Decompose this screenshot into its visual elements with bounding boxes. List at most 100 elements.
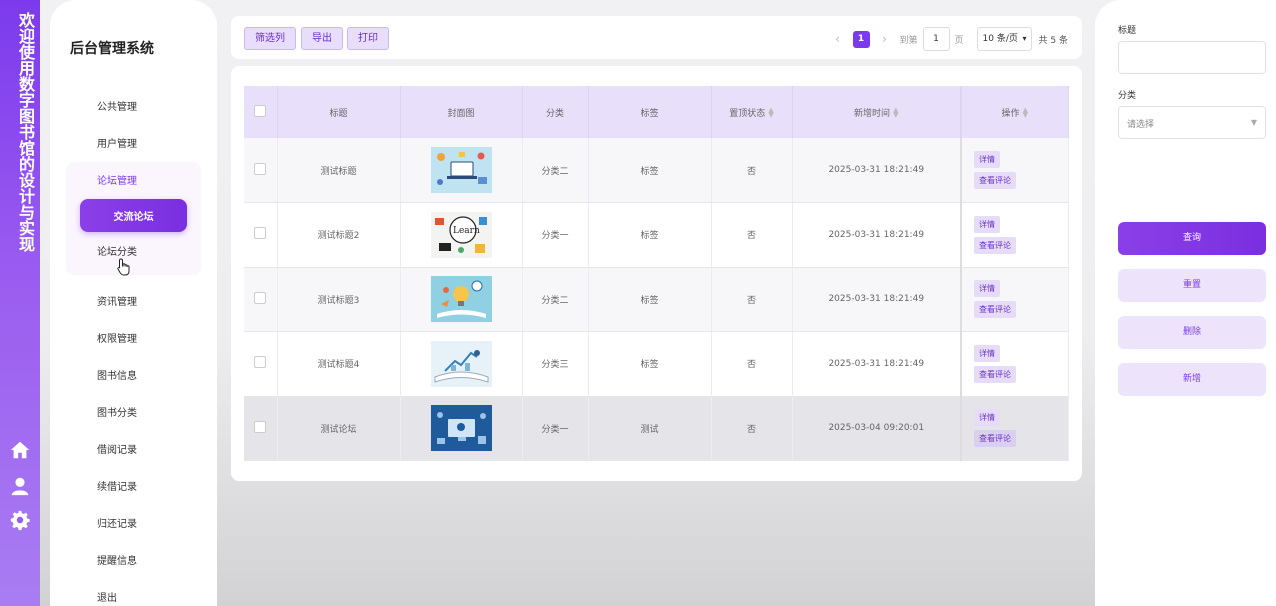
cover-image[interactable]: Learn — [430, 211, 492, 258]
row-checkbox[interactable] — [254, 162, 267, 175]
cover-image[interactable] — [430, 147, 492, 193]
table-row[interactable]: 测试标题2 Learn 分类一 标签 否 2025-03-31 18:21:49… — [244, 202, 1069, 268]
row-checkbox[interactable] — [254, 420, 267, 433]
table-row[interactable]: 测试标题 分类二 标签 否 2025-03-31 18:21:49 详情 查看评… — [244, 138, 1069, 203]
title-filter-input[interactable] — [1118, 41, 1266, 74]
detail-button[interactable]: 详情 — [974, 280, 1000, 298]
cell-category: 分类三 — [522, 331, 589, 397]
query-button[interactable]: 查询 — [1118, 222, 1266, 255]
add-button[interactable]: 新增 — [1118, 363, 1266, 396]
column-header-tag: 标签 — [588, 86, 712, 138]
menu-item-forum[interactable]: 论坛管理 — [97, 172, 137, 187]
cell-tag: 标签 — [588, 138, 712, 203]
column-header-pinned-label: 置顶状态 — [729, 108, 766, 119]
sort-icon[interactable]: ▲ ▼ — [1023, 107, 1028, 119]
page-unit-label: 页 — [954, 35, 964, 46]
sidebar: 后台管理系统 公共管理 用户管理 论坛管理 交流论坛 论坛分类 资讯管理 权限管… — [50, 0, 217, 606]
column-header-actions-label: 操作 — [1001, 108, 1020, 119]
menu-item-book-info[interactable]: 图书信息 — [97, 367, 137, 382]
cover-image[interactable] — [430, 276, 492, 323]
page-number-current[interactable]: 1 — [852, 30, 870, 48]
row-checkbox[interactable] — [254, 291, 267, 304]
table-row[interactable]: 测试论坛 分类一 测试 否 2025-03-04 09:20:01 详情 查看评… — [244, 396, 1069, 461]
menu-item-news[interactable]: 资讯管理 — [97, 293, 137, 308]
sort-icon[interactable]: ▲ ▼ — [768, 107, 773, 119]
filter-columns-button[interactable]: 筛选列 — [244, 27, 296, 50]
pagination: ‹ 1 › 到第 1 页 10 条/页 ▾ 共 5 条 — [828, 27, 1068, 51]
detail-button[interactable]: 详情 — [974, 344, 1000, 362]
row-select-cell — [244, 331, 278, 397]
goto-page-input[interactable]: 1 — [922, 27, 950, 51]
row-select-cell — [244, 202, 278, 268]
view-comments-button[interactable]: 查看评论 — [974, 301, 1016, 319]
cell-pinned: 否 — [711, 396, 793, 461]
detail-button[interactable]: 详情 — [974, 409, 1000, 427]
cell-category: 分类二 — [522, 267, 589, 332]
submenu-item-forum-discussion[interactable]: 交流论坛 — [80, 199, 187, 232]
cell-cover: Learn — [400, 202, 523, 268]
category-filter-select[interactable]: 请选择 ▼ — [1118, 106, 1266, 139]
row-checkbox[interactable] — [254, 227, 267, 240]
menu-item-return-records[interactable]: 归还记录 — [97, 515, 137, 530]
table-row[interactable]: 测试标题4 分类三 标签 否 2025-03-31 18:21:49 详情 查看… — [244, 331, 1069, 397]
print-button[interactable]: 打印 — [347, 27, 389, 50]
row-select-cell — [244, 267, 278, 332]
table-row[interactable]: 测试标题3 分类二 标签 否 2025-03-31 18:21:49 详情 查看… — [244, 267, 1069, 332]
user-icon[interactable] — [9, 475, 31, 497]
view-comments-button[interactable]: 查看评论 — [974, 365, 1016, 383]
next-page-button[interactable]: › — [875, 32, 895, 46]
table-panel: 标题 封面图 分类 标签 置顶状态 ▲ ▼ 新增时间 ▲ ▼ 操作 ▲ ▼ 测试标题 分类二… — [231, 66, 1082, 481]
cell-tag: 标签 — [588, 267, 712, 332]
cell-category: 分类一 — [522, 202, 589, 268]
cell-actions: 详情 查看评论 — [960, 202, 1069, 268]
view-comments-button[interactable]: 查看评论 — [974, 236, 1016, 254]
row-checkbox[interactable] — [254, 356, 267, 369]
menu-item-users[interactable]: 用户管理 — [97, 135, 137, 150]
cell-cover — [400, 267, 523, 332]
cell-pinned: 否 — [711, 138, 793, 203]
category-select-placeholder: 请选择 — [1127, 120, 1155, 130]
cover-image[interactable] — [430, 340, 492, 387]
table-header-row: 标题 封面图 分类 标签 置顶状态 ▲ ▼ 新增时间 ▲ ▼ 操作 ▲ ▼ — [244, 86, 1069, 138]
view-comments-button[interactable]: 查看评论 — [974, 430, 1016, 448]
home-icon[interactable] — [9, 439, 31, 461]
cover-image[interactable] — [430, 405, 492, 452]
detail-button[interactable]: 详情 — [974, 151, 1000, 168]
page-size-select[interactable]: 10 条/页 ▾ — [976, 27, 1032, 51]
select-all-checkbox[interactable] — [254, 104, 267, 117]
column-header-category: 分类 — [522, 86, 589, 138]
svg-text:Learn: Learn — [453, 226, 480, 236]
hand-cursor-icon — [117, 258, 131, 276]
menu-item-reminders[interactable]: 提醒信息 — [97, 552, 137, 567]
menu-item-renew-records[interactable]: 续借记录 — [97, 478, 137, 493]
menu-item-borrow-records[interactable]: 借阅记录 — [97, 441, 137, 456]
export-button[interactable]: 导出 — [301, 27, 343, 50]
column-header-title: 标题 — [277, 86, 401, 138]
prev-page-button[interactable]: ‹ — [828, 32, 848, 46]
column-header-pinned[interactable]: 置顶状态 ▲ ▼ — [711, 86, 793, 138]
sort-icon[interactable]: ▲ ▼ — [893, 107, 898, 119]
column-header-created[interactable]: 新增时间 ▲ ▼ — [792, 86, 962, 138]
cell-created: 2025-03-31 18:21:49 — [792, 138, 962, 203]
reset-button[interactable]: 重置 — [1118, 269, 1266, 302]
submenu-item-forum-category[interactable]: 论坛分类 — [97, 243, 137, 258]
brand-title: 后台管理系统 — [70, 41, 154, 57]
total-count: 共 5 条 — [1038, 35, 1068, 46]
menu-item-public[interactable]: 公共管理 — [97, 98, 137, 113]
left-rail: 欢迎使用数字图书馆的设计与实现 — [0, 0, 40, 606]
detail-button[interactable]: 详情 — [974, 215, 1000, 233]
cell-cover — [400, 331, 523, 397]
gear-icon[interactable] — [9, 509, 31, 531]
cell-cover — [400, 138, 523, 203]
cell-created: 2025-03-31 18:21:49 — [792, 331, 962, 397]
page-size-value: 10 条/页 — [982, 34, 1018, 44]
menu-item-logout[interactable]: 退出 — [97, 589, 117, 604]
title-filter-label: 标题 — [1118, 26, 1137, 36]
column-header-actions[interactable]: 操作 ▲ ▼ — [960, 86, 1069, 138]
cell-title: 测试标题 — [277, 138, 401, 203]
menu-item-book-category[interactable]: 图书分类 — [97, 404, 137, 419]
menu-item-permissions[interactable]: 权限管理 — [97, 330, 137, 345]
view-comments-button[interactable]: 查看评论 — [974, 172, 1016, 189]
cell-title: 测试标题3 — [277, 267, 401, 332]
delete-button[interactable]: 删除 — [1118, 316, 1266, 349]
